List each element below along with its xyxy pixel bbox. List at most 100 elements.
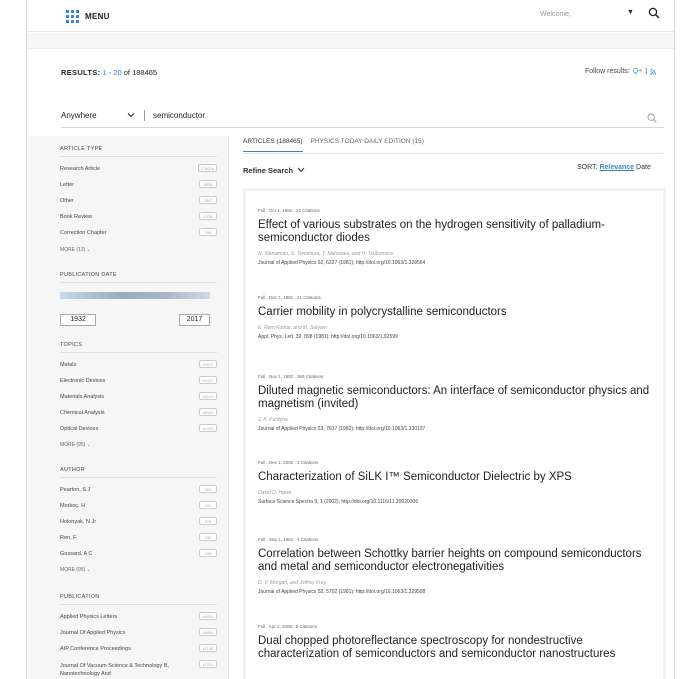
tab-physics-today[interactable]: PHYSICS TODAY DAILY EDITION (15): [311, 138, 424, 152]
search-input[interactable]: semiconductor: [153, 111, 205, 120]
article-title[interactable]: Carrier mobility in polycrystalline semi…: [258, 306, 656, 319]
filter-item[interactable]: Other 2847: [60, 196, 217, 204]
results-main: ARTICLES (188465) PHYSICS TODAY DAILY ED…: [229, 136, 674, 679]
article-title[interactable]: Characterization of SiLK I™ Semiconducto…: [258, 471, 656, 484]
filter-item[interactable]: Ren, F 232: [60, 533, 217, 541]
filter-heading-article-type: ARTICLE TYPE: [60, 146, 103, 152]
tab-divider: [243, 153, 663, 154]
article-title[interactable]: Diluted magnetic semiconductors: An inte…: [258, 385, 656, 411]
article-title[interactable]: Dual chopped photoreflectance spectrosco…: [258, 635, 656, 661]
menu-button[interactable]: MENU: [66, 10, 110, 23]
article-journal[interactable]: Journal of Applied Physics 52, 6227 (198…: [258, 260, 656, 266]
filter-item-count: 275: [199, 517, 217, 525]
refine-search-button[interactable]: Refine Search: [243, 166, 305, 175]
article-authors[interactable]: David D. Hawn: [258, 490, 656, 496]
filter-item[interactable]: Correction Chapter 766: [60, 228, 217, 236]
divider: [60, 282, 217, 283]
more-link[interactable]: MORE (95) ⌄: [60, 567, 91, 573]
article-title[interactable]: Correlation between Schottky barrier hei…: [258, 548, 656, 574]
list-item: Full . Dec 1, 2002 . 2 Citations Charact…: [258, 460, 656, 505]
article-title[interactable]: Effect of various substrates on the hydr…: [258, 219, 656, 245]
article-authors[interactable]: N. Yamamoto, S. Tonomura, T. Matsuoka, a…: [258, 251, 656, 257]
filter-item-count: 70677: [199, 360, 217, 368]
filter-item[interactable]: Metals 70677: [60, 360, 217, 368]
filter-item[interactable]: Journal Of Vacuum Science & Technology B…: [60, 660, 217, 678]
filter-item[interactable]: Materials Analysis 53103: [60, 392, 217, 400]
article-journal[interactable]: Journal of Applied Physics 52, 5702 (198…: [258, 589, 656, 595]
search-icon[interactable]: [647, 113, 657, 123]
filter-sidebar: ARTICLE TYPE Research Article 176026 Lett…: [27, 136, 229, 679]
article-authors[interactable]: K. Ram Kumar, and M. Satyam: [258, 325, 656, 331]
filter-item[interactable]: Electronic Devices 62437: [60, 376, 217, 384]
article-meta: Full . Apr 1, 2008 . 6 Citations: [258, 624, 318, 629]
filter-item-label: Correction Chapter: [60, 230, 107, 236]
filter-item[interactable]: Pearton, S J 363: [60, 485, 217, 493]
filter-item[interactable]: Applied Physics Letters 56932: [60, 612, 217, 620]
divider: [60, 156, 217, 157]
divider: [60, 352, 217, 353]
results-range: 1 - 20: [102, 68, 122, 77]
date-range-slider[interactable]: [60, 292, 210, 299]
filter-item-count: 2847: [199, 196, 217, 204]
more-label: MORE (95): [60, 442, 86, 448]
filter-item-count: 766: [199, 228, 217, 236]
chevron-down-icon: ⌄: [86, 247, 91, 253]
chevron-down-icon[interactable]: [127, 111, 135, 119]
filter-item[interactable]: Gossard, A C 209: [60, 549, 217, 557]
list-item: Full . Nov 1, 1982 . 369 Citations Dilut…: [258, 374, 656, 432]
filter-item[interactable]: Book Review 1038: [60, 212, 217, 220]
search-icon[interactable]: [648, 7, 660, 19]
filter-item[interactable]: Journal Of Applied Physics 36880: [60, 628, 217, 636]
list-item: Full . Apr 1, 2008 . 6 Citations Dual ch…: [258, 624, 656, 661]
article-authors[interactable]: J. K. Furdyna: [258, 417, 656, 423]
account-dropdown-caret[interactable]: ▼: [627, 9, 634, 16]
filter-item-label: Ren, F: [60, 535, 77, 541]
filter-item-label: Research Article: [60, 166, 101, 172]
filter-item-label: Book Review: [60, 214, 93, 220]
filter-item[interactable]: Morkoç, H 291: [60, 501, 217, 509]
filter-item[interactable]: Research Article 176026: [60, 164, 217, 172]
tab-articles[interactable]: ARTICLES (188465): [243, 138, 303, 152]
date-from-field[interactable]: 1932: [60, 314, 96, 326]
filter-item[interactable]: Optical Devices 41222: [60, 424, 217, 432]
article-meta: Full . Nov 1, 1982 . 369 Citations: [258, 374, 324, 379]
article-journal[interactable]: Surface Science Spectra 9, 1 (2002); htt…: [258, 499, 656, 505]
more-link[interactable]: MORE (95) ⌄: [60, 442, 91, 448]
sort-relevance[interactable]: Relevance: [599, 164, 634, 171]
results-list: Full . Oct 1, 1981 . 22 Citations Effect…: [246, 191, 663, 679]
rss-icon[interactable]: [650, 68, 656, 75]
chevron-down-icon: ⌄: [86, 442, 91, 448]
filter-item-count: 176026: [197, 164, 217, 172]
filter-item-label: Materials Analysis: [60, 394, 105, 400]
follow-results: Follow results: Q+ |: [585, 68, 656, 75]
divider: [60, 477, 217, 478]
results-label: RESULTS:: [61, 68, 101, 77]
refine-label: Refine Search: [243, 166, 294, 175]
filter-item[interactable]: Holonyak, N Jr 275: [60, 517, 217, 525]
search-scope-select[interactable]: Anywhere: [61, 111, 97, 120]
article-journal[interactable]: Journal of Applied Physics 53, 7637 (198…: [258, 426, 656, 432]
filter-item-count: 11021: [199, 660, 217, 668]
article-meta: Full . Dec 1, 2002 . 2 Citations: [258, 460, 319, 465]
filter-item-label: Optical Devices: [60, 426, 99, 432]
filter-item-label: Chemical Analysis: [60, 410, 105, 416]
filter-item-count: 36880: [199, 628, 217, 636]
filter-item-label: Other: [60, 198, 74, 204]
welcome-text: Welcome,: [540, 11, 571, 18]
more-link[interactable]: MORE (12) ⌄: [60, 247, 91, 253]
result-tabs: ARTICLES (188465) PHYSICS TODAY DAILY ED…: [243, 138, 424, 152]
filter-item[interactable]: Letter 5608: [60, 180, 217, 188]
filter-item-count: 11138: [199, 644, 217, 652]
article-journal[interactable]: Appl. Phys. Lett. 39, 898 (1981); http:/…: [258, 334, 656, 340]
filter-item-label: Journal Of Vacuum Science & Technology B…: [60, 663, 169, 677]
filter-item-count: 5608: [199, 180, 217, 188]
results-of: of: [123, 68, 130, 77]
filter-item[interactable]: AIP Conference Proceedings 11138: [60, 644, 217, 652]
date-to-field[interactable]: 2017: [179, 314, 210, 326]
article-meta: Full . Dec 1, 1981 . 21 Citations: [258, 295, 321, 300]
sort-date[interactable]: Date: [636, 164, 651, 171]
article-authors[interactable]: D. V. Morgan, and Jeffrey Frey: [258, 580, 656, 586]
filter-item-label: Journal Of Applied Physics: [60, 630, 126, 636]
filter-item[interactable]: Chemical Analysis 46163: [60, 408, 217, 416]
alert-plus-icon[interactable]: Q+: [633, 68, 643, 75]
